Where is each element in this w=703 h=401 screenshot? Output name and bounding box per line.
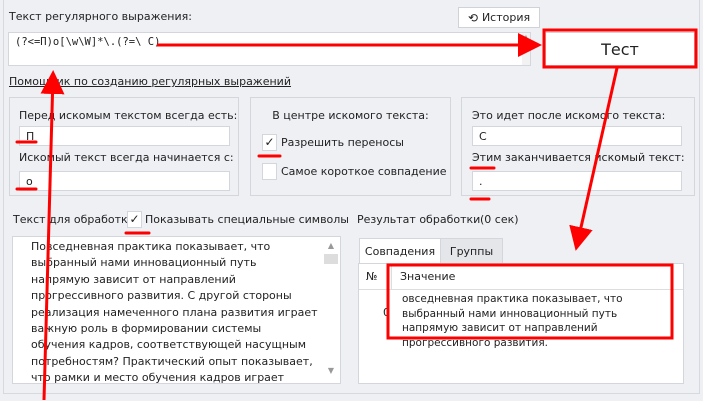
test-highlight-box [542, 28, 698, 69]
arrow-to-regex [40, 70, 65, 401]
annotation-overlay [15, 28, 698, 401]
arrow-to-result [569, 67, 619, 251]
result-highlight-box [386, 263, 674, 340]
